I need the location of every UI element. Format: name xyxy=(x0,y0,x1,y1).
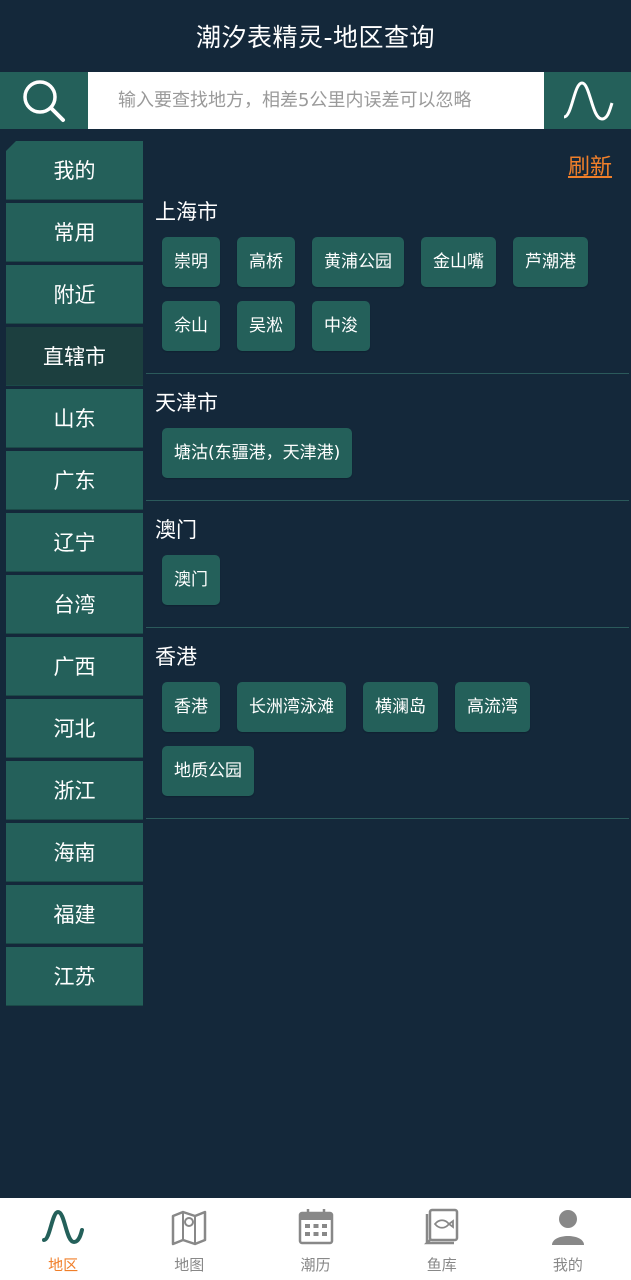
place-chip[interactable]: 佘山 xyxy=(162,301,220,351)
place-list: 崇明 高桥 黄浦公园 金山嘴 芦潮港佘山 吴淞 中浚 xyxy=(146,227,629,365)
place-chip[interactable]: 金山嘴 xyxy=(421,237,496,287)
search-icon xyxy=(23,79,65,122)
place-chip[interactable]: 香港 xyxy=(162,682,220,732)
nav-label: 地图 xyxy=(174,1256,205,1274)
refresh-link[interactable]: 刷新 xyxy=(568,149,612,181)
place-chip[interactable]: 中浚 xyxy=(312,301,370,351)
region-section: 澳门 澳门 xyxy=(146,501,629,628)
region-title: 澳门 xyxy=(155,518,197,542)
place-chip[interactable]: 崇明 xyxy=(162,237,220,287)
nav-item[interactable]: 鱼库 xyxy=(379,1198,505,1280)
place-list: 香港 长洲湾泳滩 横澜岛 高流湾地质公园 xyxy=(146,672,629,810)
place-list: 塘沽(东疆港，天津港) xyxy=(146,418,629,492)
sidebar-item[interactable]: 常用 xyxy=(6,203,143,262)
bottom-navigation: 地区 地图 潮历 鱼库 我的 xyxy=(0,1198,631,1280)
nav-label: 地区 xyxy=(48,1256,79,1274)
nav-item[interactable]: 潮历 xyxy=(252,1198,378,1280)
region-section: 天津市塘沽(东疆港，天津港) xyxy=(146,374,629,501)
title-bar: 潮汐表精灵-地区查询 xyxy=(0,0,631,72)
region-section: 上海市崇明 高桥 黄浦公园 金山嘴 芦潮港佘山 吴淞 中浚 xyxy=(146,141,629,374)
place-content: 刷新 上海市崇明 高桥 黄浦公园 金山嘴 芦潮港佘山 吴淞 中浚天津市塘沽(东疆港，天津港)… xyxy=(146,141,629,819)
sidebar-item[interactable]: 广东 xyxy=(6,451,143,510)
search-bar xyxy=(0,72,631,129)
sidebar-item[interactable]: 山东 xyxy=(6,389,143,448)
region-section: 香港 香港 长洲湾泳滩 横澜岛 高流湾 地质公园 xyxy=(146,628,629,819)
map-icon xyxy=(170,1208,208,1250)
user-icon xyxy=(550,1208,586,1250)
place-chip[interactable]: 高流湾 xyxy=(455,682,530,732)
calendar-icon xyxy=(298,1208,334,1250)
nav-item[interactable]: 地区 xyxy=(0,1198,126,1280)
place-chip[interactable]: 高桥 xyxy=(237,237,295,287)
region-title: 上海市 xyxy=(155,200,218,224)
place-list: 澳门 xyxy=(146,545,629,619)
nav-label: 我的 xyxy=(552,1256,583,1274)
search-button[interactable] xyxy=(0,72,88,129)
nav-label: 鱼库 xyxy=(426,1256,457,1274)
nav-label: 潮历 xyxy=(300,1256,331,1274)
sidebar-item[interactable]: 江苏 xyxy=(6,947,143,1006)
region-title: 天津市 xyxy=(155,391,218,415)
tide-wave-button[interactable] xyxy=(544,72,631,129)
sidebar-item[interactable]: 直辖市 xyxy=(6,327,143,386)
place-chip[interactable]: 地质公园 xyxy=(162,746,254,796)
sidebar-item[interactable]: 辽宁 xyxy=(6,513,143,572)
place-chip[interactable]: 吴淞 xyxy=(237,301,295,351)
page-title: 潮汐表精灵-地区查询 xyxy=(195,23,436,52)
place-chip[interactable]: 长洲湾泳滩 xyxy=(237,682,346,732)
sidebar-item[interactable]: 我的 xyxy=(6,141,143,200)
sidebar-item[interactable]: 广西 xyxy=(6,637,143,696)
nav-item[interactable]: 我的 xyxy=(505,1198,631,1280)
place-chip[interactable]: 横澜岛 xyxy=(363,682,438,732)
sidebar-item[interactable]: 台湾 xyxy=(6,575,143,634)
place-chip[interactable]: 塘沽(东疆港，天津港) xyxy=(162,428,353,478)
sidebar-item[interactable]: 河北 xyxy=(6,699,143,758)
nav-item[interactable]: 地图 xyxy=(126,1198,252,1280)
region-title: 香港 xyxy=(155,645,197,669)
sidebar-item[interactable]: 海南 xyxy=(6,823,143,882)
search-input[interactable] xyxy=(88,72,544,129)
province-sidebar: 我的 常用 附近 直辖市 山东 广东 辽宁 台湾 广西 河北 浙江 海南 福建 江苏 xyxy=(6,141,143,1009)
wave-icon xyxy=(41,1208,85,1250)
sidebar-item[interactable]: 附近 xyxy=(6,265,143,324)
wave-icon xyxy=(562,80,613,121)
section-divider xyxy=(146,818,629,819)
sidebar-item[interactable]: 浙江 xyxy=(6,761,143,820)
place-chip[interactable]: 黄浦公园 xyxy=(312,237,404,287)
sidebar-item[interactable]: 福建 xyxy=(6,885,143,944)
fish-book-icon xyxy=(423,1208,460,1250)
place-chip[interactable]: 澳门 xyxy=(162,555,220,605)
place-chip[interactable]: 芦潮港 xyxy=(513,237,588,287)
